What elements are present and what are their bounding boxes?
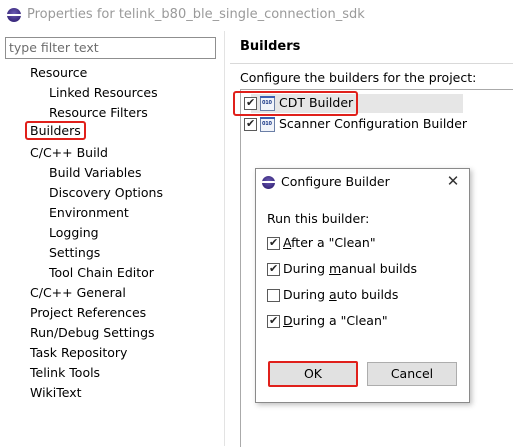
page-title: Builders [240, 39, 301, 54]
tree-item-label: Tool Chain Editor [49, 265, 154, 280]
dialog-title-bar[interactable]: Configure Builder ✕ [256, 169, 469, 195]
tree-item-cpp-build[interactable]: C/C++ Build [30, 143, 108, 162]
tree-item-tool-chain-editor[interactable]: Tool Chain Editor [49, 263, 154, 282]
option-label: During a "Clean" [283, 313, 388, 328]
tree-item-label: Build Variables [49, 165, 142, 180]
checkbox-after-clean[interactable]: ✔ [267, 236, 280, 250]
title-separator [230, 63, 513, 64]
eclipse-icon [262, 176, 275, 189]
tree-item-label: C/C++ Build [30, 145, 108, 160]
tree-item-label: Project References [30, 305, 147, 320]
checkbox-auto-builds[interactable] [267, 289, 280, 302]
eclipse-icon [7, 8, 21, 22]
builder-binary-icon: 010 [260, 117, 275, 132]
tree-item-logging[interactable]: Logging [49, 223, 99, 242]
tree-item-telink-tools[interactable]: Telink Tools [30, 363, 100, 382]
tree-item-label: Linked Resources [49, 85, 158, 100]
filter-box[interactable] [5, 37, 216, 59]
cancel-button[interactable]: Cancel [367, 362, 457, 386]
tree-item-label: Settings [49, 245, 101, 260]
tree-item-resource-filters[interactable]: Resource Filters [49, 103, 148, 122]
tree-item-label: WikiText [30, 385, 82, 400]
tree-item-build-variables[interactable]: Build Variables [49, 163, 141, 182]
tree-item-label: Logging [49, 225, 99, 240]
tree-item-settings[interactable]: Settings [49, 243, 100, 262]
checkbox-during-clean[interactable]: ✔ [267, 314, 280, 328]
builder-checkbox-scanner[interactable]: ✔ [244, 117, 257, 131]
option-label: During manual builds [283, 261, 418, 276]
filter-input[interactable] [6, 38, 209, 56]
check-mark-icon: ✔ [269, 236, 279, 249]
tree-item-run-debug-settings[interactable]: Run/Debug Settings [30, 323, 155, 342]
tree-item-label: Builders [25, 121, 86, 140]
check-mark-icon: ✔ [269, 262, 279, 275]
check-mark-icon: ✔ [269, 314, 279, 327]
tree-item-cpp-general[interactable]: C/C++ General [30, 283, 126, 302]
tree-item-project-references[interactable]: Project References [30, 303, 146, 322]
tree-item-label: Run/Debug Settings [30, 325, 155, 340]
tree-item-label: C/C++ General [30, 285, 126, 300]
pane-divider[interactable] [224, 31, 225, 446]
option-label: After a "Clean" [283, 235, 376, 250]
tree-item-label: Resource [30, 65, 88, 80]
dialog-title: Configure Builder [281, 174, 390, 189]
highlight-box [233, 91, 358, 116]
tree-item-wikitext[interactable]: WikiText [30, 383, 82, 402]
tree-item-label: Resource Filters [49, 105, 148, 120]
tree-item-discovery-options[interactable]: Discovery Options [49, 183, 163, 202]
window-title: Properties for telink_b80_ble_single_con… [27, 7, 365, 22]
builders-description: Configure the builders for the project: [240, 70, 477, 85]
ok-button[interactable]: OK [268, 361, 358, 387]
option-label: During auto builds [283, 287, 399, 302]
navigation-pane: Resource Linked Resources Resource Filte… [0, 31, 222, 446]
title-bar: Properties for telink_b80_ble_single_con… [0, 0, 513, 31]
configure-builder-dialog: Configure Builder ✕ Run this builder: ✔ … [255, 168, 470, 403]
check-mark-icon: ✔ [246, 117, 256, 130]
tree-item-label: Task Repository [30, 345, 128, 360]
tree-item-linked-resources[interactable]: Linked Resources [49, 83, 158, 102]
run-builder-label: Run this builder: [267, 211, 370, 226]
tree-item-task-repository[interactable]: Task Repository [30, 343, 127, 362]
tree-item-builders[interactable]: Builders [25, 121, 86, 140]
tree-item-label: Telink Tools [30, 365, 101, 380]
close-icon[interactable]: ✕ [443, 171, 463, 191]
tree-item-label: Environment [49, 205, 129, 220]
tree-item-environment[interactable]: Environment [49, 203, 129, 222]
tree-item-resource[interactable]: Resource [30, 63, 87, 82]
tree-item-label: Discovery Options [49, 185, 163, 200]
checkbox-manual-builds[interactable]: ✔ [267, 262, 280, 276]
builder-row-scanner[interactable]: ✔ 010 Scanner Configuration Builder [241, 114, 513, 135]
builder-name-scanner: Scanner Configuration Builder [279, 116, 468, 131]
